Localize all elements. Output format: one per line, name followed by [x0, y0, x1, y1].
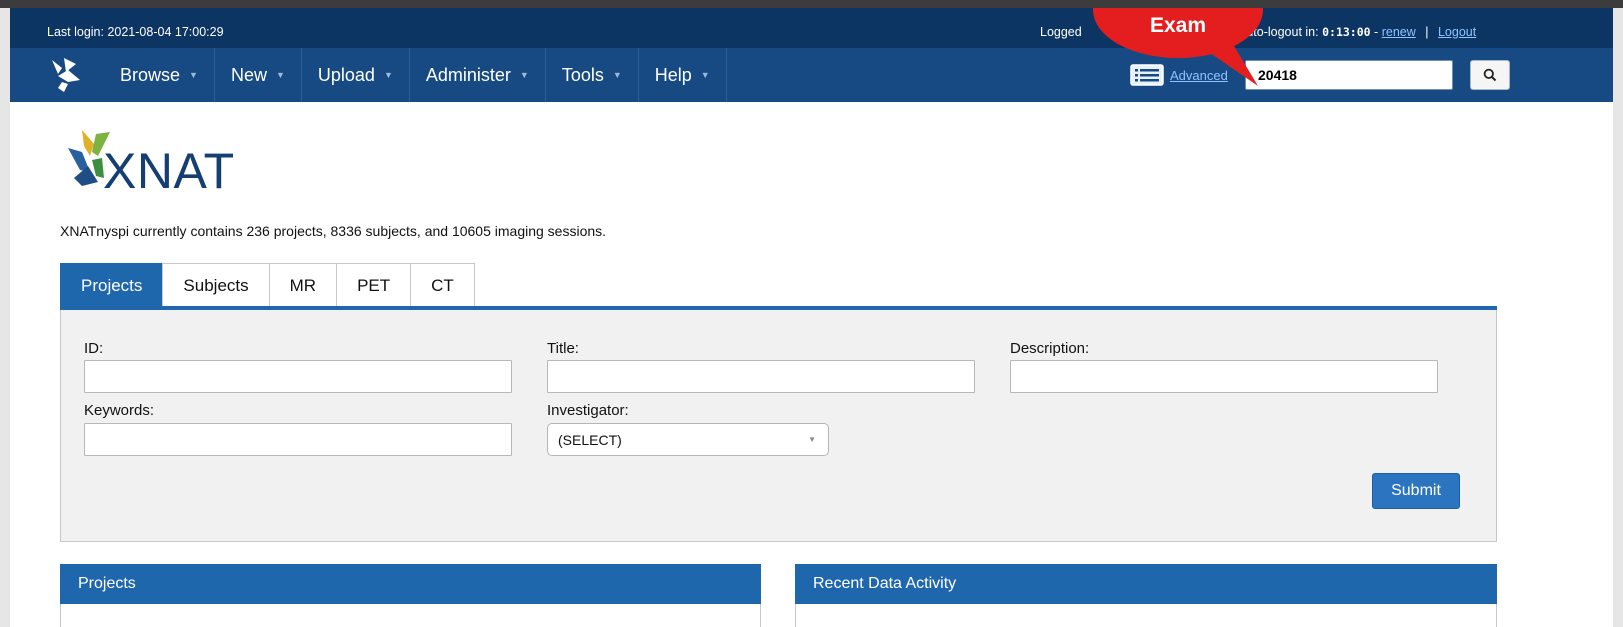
keywords-field[interactable] [84, 423, 512, 456]
projects-panel-body [60, 604, 761, 627]
title-field[interactable] [547, 360, 975, 393]
advanced-search-icon[interactable] [1130, 64, 1164, 86]
user-info-bar: Last login: 2021-08-04 17:00:29 Logged A… [10, 8, 1613, 48]
dash-separator: - [1374, 25, 1379, 39]
nav-administer[interactable]: Administer ▼ [410, 48, 546, 102]
logout-link[interactable]: Logout [1438, 25, 1476, 39]
search-icon [1483, 68, 1497, 82]
chevron-down-icon: ▼ [383, 70, 393, 80]
tab-ct[interactable]: CT [410, 263, 475, 307]
title-label: Title: [547, 340, 579, 357]
search-input[interactable] [1245, 60, 1453, 90]
investigator-selected-value: (SELECT) [558, 431, 622, 448]
exam-callout-pointer [1200, 46, 1258, 86]
renew-link[interactable]: renew [1382, 25, 1416, 39]
recent-activity-panel-header: Recent Data Activity [795, 564, 1497, 604]
xnat-logo-text: XNAT [103, 143, 235, 199]
tab-mr[interactable]: MR [268, 263, 338, 307]
chevron-down-icon: ▼ [612, 70, 622, 80]
exam-callout-text: Exam [1149, 14, 1207, 37]
pipe-separator: | [1425, 25, 1429, 39]
id-field[interactable] [84, 360, 512, 393]
investigator-label: Investigator: [547, 402, 629, 419]
nav-new[interactable]: New ▼ [215, 48, 302, 102]
tab-pet[interactable]: PET [336, 263, 412, 307]
nav-browse[interactable]: Browse ▼ [104, 48, 215, 102]
dropdown-arrow-icon: ▼ [808, 435, 816, 444]
nav-new-label: New [230, 64, 267, 85]
chevron-down-icon: ▼ [519, 70, 529, 80]
site-stats-text: XNATnyspi currently contains 236 project… [60, 223, 607, 239]
nav-upload-label: Upload [317, 64, 375, 85]
nav-help-label: Help [654, 64, 692, 85]
xnat-home-icon[interactable] [46, 54, 86, 94]
nav-browse-label: Browse [120, 64, 181, 85]
nav-tools[interactable]: Tools ▼ [546, 48, 639, 102]
xnat-page: Last login: 2021-08-04 17:00:29 Logged A… [10, 8, 1613, 627]
nav-menu: Browse ▼ New ▼ Upload ▼ Administer ▼ Tools ▼ … [104, 48, 727, 102]
chevron-down-icon: ▼ [700, 70, 710, 80]
nav-tools-label: Tools [561, 64, 604, 85]
tab-projects[interactable]: Projects [60, 263, 164, 307]
projects-panel-header: Projects [60, 564, 761, 604]
nav-help[interactable]: Help ▼ [639, 48, 727, 102]
submit-button[interactable]: Submit [1372, 473, 1460, 509]
description-field[interactable] [1010, 360, 1438, 393]
project-search-form: ID: Title: Description: Keywords: Invest… [60, 310, 1497, 542]
nav-upload[interactable]: Upload ▼ [302, 48, 410, 102]
keywords-label: Keywords: [84, 402, 155, 419]
auto-logout-timer: 0:13:00 [1322, 25, 1371, 39]
id-label: ID: [84, 340, 104, 357]
search-tabs: Projects Subjects MR PET CT [60, 263, 475, 308]
investigator-select[interactable]: (SELECT) ▼ [547, 423, 829, 456]
nav-administer-label: Administer [425, 64, 511, 85]
chevron-down-icon: ▼ [275, 70, 285, 80]
site-header: Last login: 2021-08-04 17:00:29 Logged A… [10, 8, 1613, 102]
main-navbar: Browse ▼ New ▼ Upload ▼ Administer ▼ Tools ▼ … [10, 48, 1613, 102]
description-label: Description: [1010, 340, 1090, 357]
auto-logout-info: Auto-logout in: 0:13:00 - renew | Logout [1238, 25, 1476, 39]
search-button[interactable] [1470, 60, 1510, 90]
recent-activity-panel-body [795, 604, 1497, 627]
logged-in-text: Logged [1040, 25, 1082, 39]
last-login-text: Last login: 2021-08-04 17:00:29 [47, 25, 224, 39]
tab-subjects[interactable]: Subjects [162, 263, 270, 307]
top-window-strip [0, 0, 1623, 8]
chevron-down-icon: ▼ [189, 70, 198, 80]
